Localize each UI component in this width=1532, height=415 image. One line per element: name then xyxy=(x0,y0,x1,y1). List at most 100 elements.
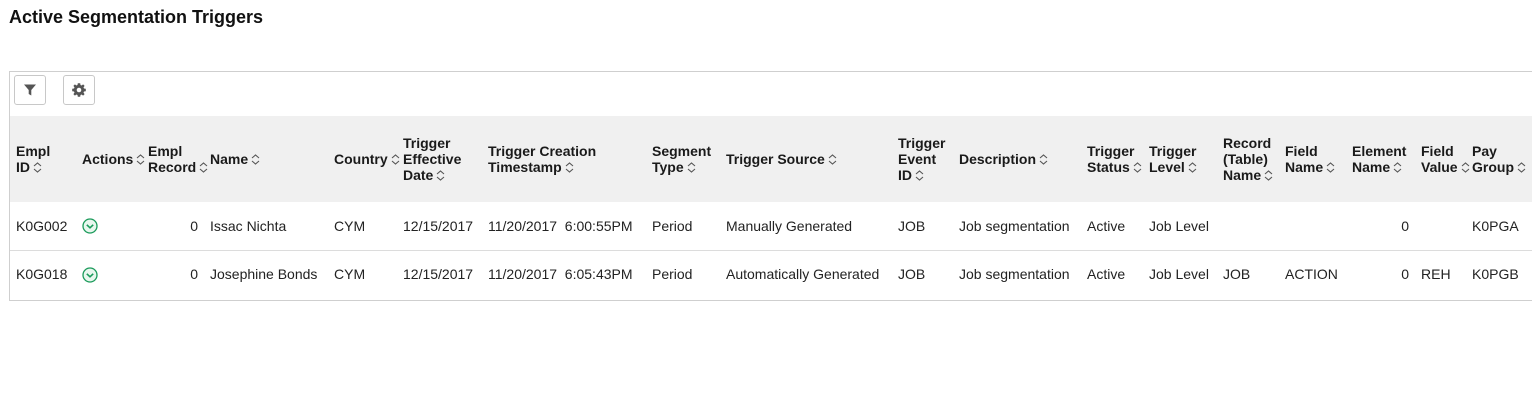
cell-empl-id: K0G002 xyxy=(16,217,68,234)
column-header-field-value[interactable]: Field Value xyxy=(1415,116,1469,202)
column-header-label: Trigger xyxy=(1087,143,1135,159)
column-header-actions[interactable]: Actions xyxy=(76,116,145,202)
sort-icon[interactable] xyxy=(1133,162,1142,173)
sort-icon[interactable] xyxy=(199,162,208,173)
column-header-element-name[interactable]: Element Name xyxy=(1346,116,1415,202)
column-header-label: ID xyxy=(16,159,30,175)
cell-trigger-status: Active xyxy=(1087,217,1126,234)
column-header-label: Element xyxy=(1352,143,1407,159)
cell-trigger-effective-date: 12/15/2017 xyxy=(403,217,474,234)
triggers-table: Empl ID Actions Empl Record Name Country Trigge… xyxy=(10,116,1532,298)
column-header-trigger-status[interactable]: Trigger Status xyxy=(1081,116,1143,202)
column-header-pay-group[interactable]: Pay Group xyxy=(1466,116,1532,202)
cell-field-name: ACTION xyxy=(1285,266,1338,283)
cell-description: Job segmentation xyxy=(959,217,1070,234)
column-header-label: Trigger Creation xyxy=(488,143,597,159)
sort-icon[interactable] xyxy=(436,170,445,181)
cell-element-name: 0 xyxy=(1401,217,1409,234)
cell-actions[interactable] xyxy=(76,202,142,250)
cell-record-table-name xyxy=(1217,202,1279,250)
column-header-label: Group xyxy=(1472,159,1514,175)
sort-icon[interactable] xyxy=(391,154,400,165)
row-actions-icon[interactable] xyxy=(82,267,98,283)
sort-icon[interactable] xyxy=(1039,154,1048,165)
column-header-empl-id[interactable]: Empl ID xyxy=(10,116,76,202)
column-header-label: Field xyxy=(1421,143,1454,159)
cell-element-name: 0 xyxy=(1401,266,1409,283)
column-header-trigger-event-id[interactable]: Trigger Event ID xyxy=(892,116,953,202)
column-header-label: Name xyxy=(210,151,249,167)
column-header-segment-type[interactable]: Segment Type xyxy=(646,116,720,202)
sort-icon[interactable] xyxy=(687,162,696,173)
cell-actions[interactable] xyxy=(76,250,142,298)
cell-empl-record: 0 xyxy=(190,266,198,283)
table-row: K0G002 0 Issac Nichta CYM 12/15/2017 11/20/20… xyxy=(10,202,1532,250)
column-header-label: Field xyxy=(1285,143,1318,159)
column-header-label: Country xyxy=(334,151,388,167)
column-header-label: Description xyxy=(959,151,1037,167)
sort-icon[interactable] xyxy=(828,154,837,165)
column-header-label: Trigger Source xyxy=(726,151,825,167)
sort-icon[interactable] xyxy=(915,170,924,181)
cell-trigger-creation-timestamp: 11/20/2017 6:00:55PM xyxy=(488,217,633,234)
column-header-label: Level xyxy=(1149,159,1185,175)
cell-country: CYM xyxy=(334,266,366,283)
column-header-label: Trigger xyxy=(898,135,946,151)
gear-icon xyxy=(72,83,86,97)
table-row: K0G018 0 Josephine Bonds CYM 12/15/2017 11/20… xyxy=(10,250,1532,298)
cell-country: CYM xyxy=(334,217,366,234)
column-header-trigger-level[interactable]: Trigger Level xyxy=(1143,116,1217,202)
sort-icon[interactable] xyxy=(565,162,574,173)
cell-name: Josephine Bonds xyxy=(210,266,318,283)
column-header-description[interactable]: Description xyxy=(953,116,1081,202)
column-header-label: Segment xyxy=(652,143,712,159)
filter-icon xyxy=(24,84,36,96)
sort-icon[interactable] xyxy=(1264,170,1273,181)
column-header-label: Empl xyxy=(148,143,183,159)
column-header-label: Actions xyxy=(82,151,134,167)
sort-icon[interactable] xyxy=(1461,162,1470,173)
column-header-label: Pay xyxy=(1472,143,1497,159)
column-header-label: Name xyxy=(1285,159,1324,175)
filter-button[interactable] xyxy=(14,75,46,105)
sort-icon[interactable] xyxy=(1188,162,1197,173)
sort-icon[interactable] xyxy=(1326,162,1335,173)
cell-field-name xyxy=(1279,202,1346,250)
column-header-label: Type xyxy=(652,159,684,175)
column-header-trigger-source[interactable]: Trigger Source xyxy=(720,116,892,202)
column-header-trigger-effective-date[interactable]: Trigger Effective Date xyxy=(397,116,482,202)
column-header-record-table-name[interactable]: Record (Table) Name xyxy=(1217,116,1279,202)
column-header-name[interactable]: Name xyxy=(204,116,328,202)
grid-toolbar xyxy=(10,72,1532,116)
column-header-field-name[interactable]: Field Name xyxy=(1279,116,1346,202)
cell-description: Job segmentation xyxy=(959,266,1070,283)
cell-trigger-source: Automatically Generated xyxy=(726,266,880,283)
cell-empl-id: K0G018 xyxy=(16,266,68,283)
column-header-empl-record[interactable]: Empl Record xyxy=(142,116,208,202)
column-header-trigger-creation-timestamp[interactable]: Trigger Creation Timestamp xyxy=(482,116,646,202)
cell-empl-record: 0 xyxy=(190,217,198,234)
cell-trigger-effective-date: 12/15/2017 xyxy=(403,266,474,283)
row-actions-icon[interactable] xyxy=(82,218,98,235)
cell-trigger-event-id: JOB xyxy=(898,217,926,234)
cell-name: Issac Nichta xyxy=(210,217,287,234)
sort-icon[interactable] xyxy=(251,154,260,165)
cell-pay-group: K0PGA xyxy=(1472,217,1519,234)
column-header-label: Status xyxy=(1087,159,1130,175)
cell-pay-group: K0PGB xyxy=(1472,266,1519,283)
column-header-label: Name xyxy=(1352,159,1391,175)
sort-icon[interactable] xyxy=(1517,162,1526,173)
sort-icon[interactable] xyxy=(1393,162,1402,173)
column-header-country[interactable]: Country xyxy=(328,116,400,202)
column-header-label: Value xyxy=(1421,159,1458,175)
column-header-label: (Table) xyxy=(1223,151,1268,167)
column-header-label: ID xyxy=(898,167,912,183)
column-header-label: Empl xyxy=(16,143,51,159)
sort-icon[interactable] xyxy=(136,154,145,165)
column-header-label: Date xyxy=(403,167,434,183)
cell-record-table-name: JOB xyxy=(1223,266,1251,283)
column-header-label: Trigger xyxy=(1149,143,1197,159)
cell-segment-type: Period xyxy=(652,217,693,234)
sort-icon[interactable] xyxy=(33,162,42,173)
settings-button[interactable] xyxy=(63,75,95,105)
